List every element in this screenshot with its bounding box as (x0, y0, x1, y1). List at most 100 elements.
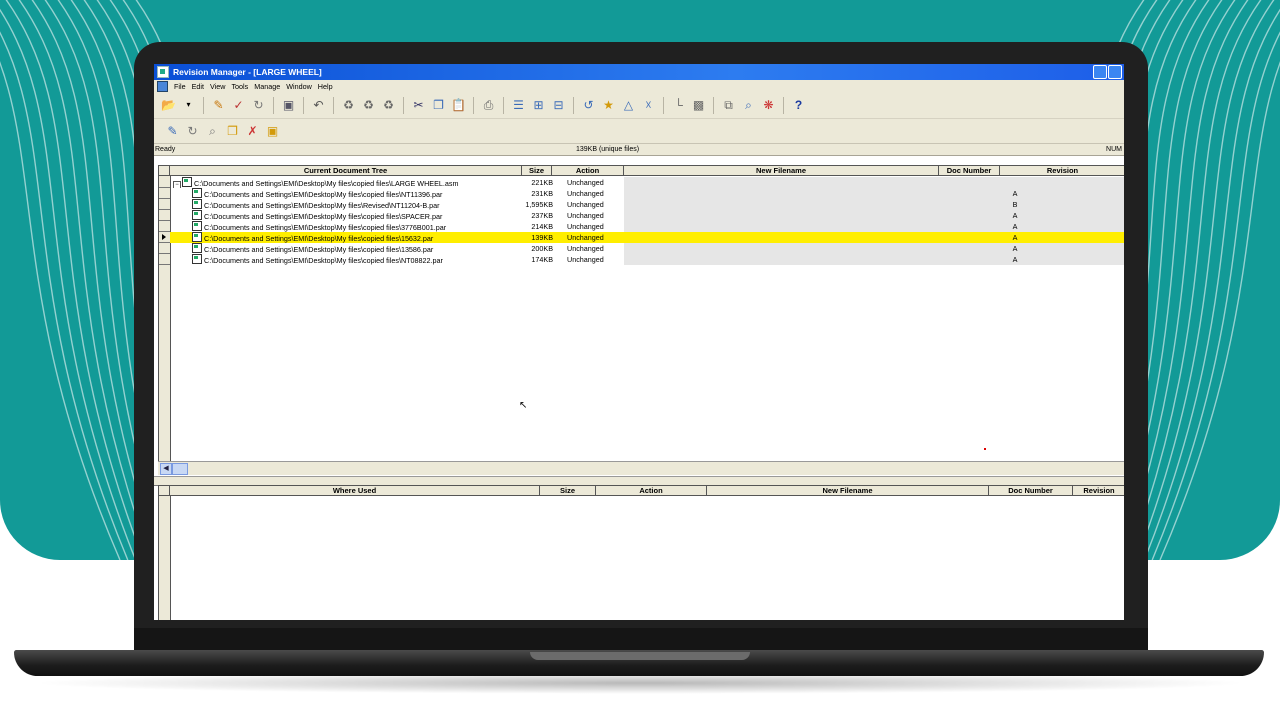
find-icon[interactable]: ⌕ (740, 97, 757, 114)
action-cell[interactable]: Unchanged (567, 199, 637, 210)
scrollbar-thumb[interactable] (172, 463, 188, 475)
editable-cells-area (624, 210, 1124, 221)
row-selector[interactable] (159, 221, 170, 232)
menu-help[interactable]: Help (318, 82, 333, 91)
revision-cell[interactable] (1008, 177, 1022, 188)
menu-manage[interactable]: Manage (254, 82, 280, 91)
header-size[interactable]: Size (522, 166, 552, 176)
move-up-icon[interactable]: └ (670, 97, 687, 114)
table-row[interactable]: C:\Documents and Settings\EMI\Desktop\My… (170, 210, 1124, 221)
table-row[interactable]: C:\Documents and Settings\EMI\Desktop\My… (170, 221, 1124, 232)
part-file-icon (192, 243, 202, 253)
scroll-left-icon[interactable]: ◀ (160, 463, 172, 475)
header-action[interactable]: Action (552, 166, 624, 176)
obsolete-icon[interactable]: △ (620, 97, 637, 114)
revision-cell[interactable]: A (1008, 232, 1022, 243)
revision-cell[interactable]: A (1008, 188, 1022, 199)
table-row[interactable]: − C:\Documents and Settings\EMI\Desktop\M… (170, 177, 1124, 188)
header-new-filename[interactable]: New Filename (624, 166, 939, 176)
row-selector[interactable] (159, 210, 170, 221)
maximize-button[interactable] (1108, 65, 1122, 79)
horizontal-scrollbar[interactable]: ◀ (158, 461, 1124, 475)
refresh-icon[interactable]: ↻ (250, 97, 267, 114)
properties-document-icon[interactable]: ▣ (264, 123, 281, 140)
header-revision[interactable]: Revision (1073, 486, 1124, 496)
editable-cells-area (624, 232, 1124, 243)
row-selector[interactable] (159, 188, 170, 199)
rename-document-icon[interactable]: ❐ (224, 123, 241, 140)
action-cell[interactable]: Unchanged (567, 254, 637, 265)
header-revision[interactable]: Revision (1000, 166, 1124, 176)
paste-icon[interactable]: 📋 (450, 97, 467, 114)
file-path: C:\Documents and Settings\EMI\Desktop\My… (204, 234, 434, 243)
revision-cell[interactable]: A (1008, 243, 1022, 254)
menu-view[interactable]: View (210, 82, 225, 91)
expand-tree-icon[interactable]: ⊞ (530, 97, 547, 114)
help-icon[interactable]: ? (790, 97, 807, 114)
dropdown-icon[interactable]: ▾ (180, 97, 197, 114)
release-icon[interactable]: ★ (600, 97, 617, 114)
find-document-icon[interactable]: ⌕ (204, 123, 221, 140)
header-doc-number[interactable]: Doc Number (939, 166, 1000, 176)
revision-cell[interactable]: A (1008, 221, 1022, 232)
revise-icon[interactable]: ✓ (230, 97, 247, 114)
action-cell[interactable]: Unchanged (567, 177, 637, 188)
table-row[interactable]: C:\Documents and Settings\EMI\Desktop\My… (170, 199, 1124, 210)
document-icon (157, 80, 168, 92)
action-cell[interactable]: Unchanged (567, 221, 637, 232)
table-row[interactable]: C:\Documents and Settings\EMI\Desktop\My… (170, 254, 1124, 265)
settings-icon[interactable]: ❋ (760, 97, 777, 114)
table-row[interactable]: C:\Documents and Settings\EMI\Desktop\My… (170, 188, 1124, 199)
open-icon[interactable]: 📂 (160, 97, 177, 114)
header-size[interactable]: Size (540, 486, 596, 496)
menu-edit[interactable]: Edit (192, 82, 204, 91)
row-selector[interactable] (159, 199, 170, 210)
size-cell: 237KB (531, 211, 553, 220)
duplicate-icon[interactable]: ⧉ (720, 97, 737, 114)
table-row[interactable]: C:\Documents and Settings\EMI\Desktop\My… (170, 243, 1124, 254)
action-cell[interactable]: Unchanged (567, 210, 637, 221)
row-selector[interactable] (159, 177, 170, 188)
menu-file[interactable]: File (174, 82, 186, 91)
undo-icon[interactable]: ↶ (310, 97, 327, 114)
toolbar-separator (303, 96, 304, 114)
menu-tools[interactable]: Tools (231, 82, 248, 91)
collapse-tree-icon[interactable]: ⊟ (550, 97, 567, 114)
row-selector[interactable] (159, 243, 170, 254)
main-toolbar: 📂 ▾ ✎ ✓ ↻ ▣ ↶ ♻ ♻ ♻ ✂ ❐ 📋 ⎙ ☰ ⊞ ⊟ ↺ ★ △ … (154, 92, 1124, 119)
header-action[interactable]: Action (596, 486, 707, 496)
table-row[interactable]: C:\Documents and Settings\EMI\Desktop\My… (170, 232, 1124, 243)
minimize-button[interactable] (1093, 65, 1107, 79)
save-icon[interactable]: ▣ (280, 97, 297, 114)
rename-icon[interactable]: ♻ (380, 97, 397, 114)
revise-document-icon[interactable]: ↻ (184, 123, 201, 140)
cut-icon[interactable]: ✂ (410, 97, 427, 114)
header-current-document-tree[interactable]: Current Document Tree (170, 166, 522, 176)
tree-icon[interactable]: ☰ (510, 97, 527, 114)
action-cell[interactable]: Unchanged (567, 243, 637, 254)
print-icon[interactable]: ⎙ (480, 97, 497, 114)
collapse-icon[interactable]: − (173, 181, 181, 188)
action-cell[interactable]: Unchanged (567, 188, 637, 199)
header-new-filename[interactable]: New Filename (707, 486, 989, 496)
revision-cell[interactable]: B (1008, 199, 1022, 210)
delete-document-icon[interactable]: ✗ (244, 123, 261, 140)
header-doc-number[interactable]: Doc Number (989, 486, 1073, 496)
link-icon[interactable]: ↺ (580, 97, 597, 114)
move-down-icon[interactable]: ▩ (690, 97, 707, 114)
replace-icon[interactable]: ♻ (340, 97, 357, 114)
copy-icon[interactable]: ❐ (430, 97, 447, 114)
new-document-icon[interactable]: ✎ (164, 123, 181, 140)
replace-all-icon[interactable]: ♻ (360, 97, 377, 114)
revision-cell[interactable]: A (1008, 210, 1022, 221)
row-selector[interactable] (159, 232, 170, 243)
menu-window[interactable]: Window (286, 82, 312, 91)
toolbar-separator (473, 96, 474, 114)
action-cell[interactable]: Unchanged (567, 232, 637, 243)
assign-icon[interactable]: ☓ (640, 97, 657, 114)
revision-cell[interactable]: A (1008, 254, 1022, 265)
size-cell: 214KB (531, 222, 553, 231)
edit-properties-icon[interactable]: ✎ (210, 97, 227, 114)
row-selector[interactable] (159, 254, 170, 265)
header-where-used[interactable]: Where Used (170, 486, 540, 496)
